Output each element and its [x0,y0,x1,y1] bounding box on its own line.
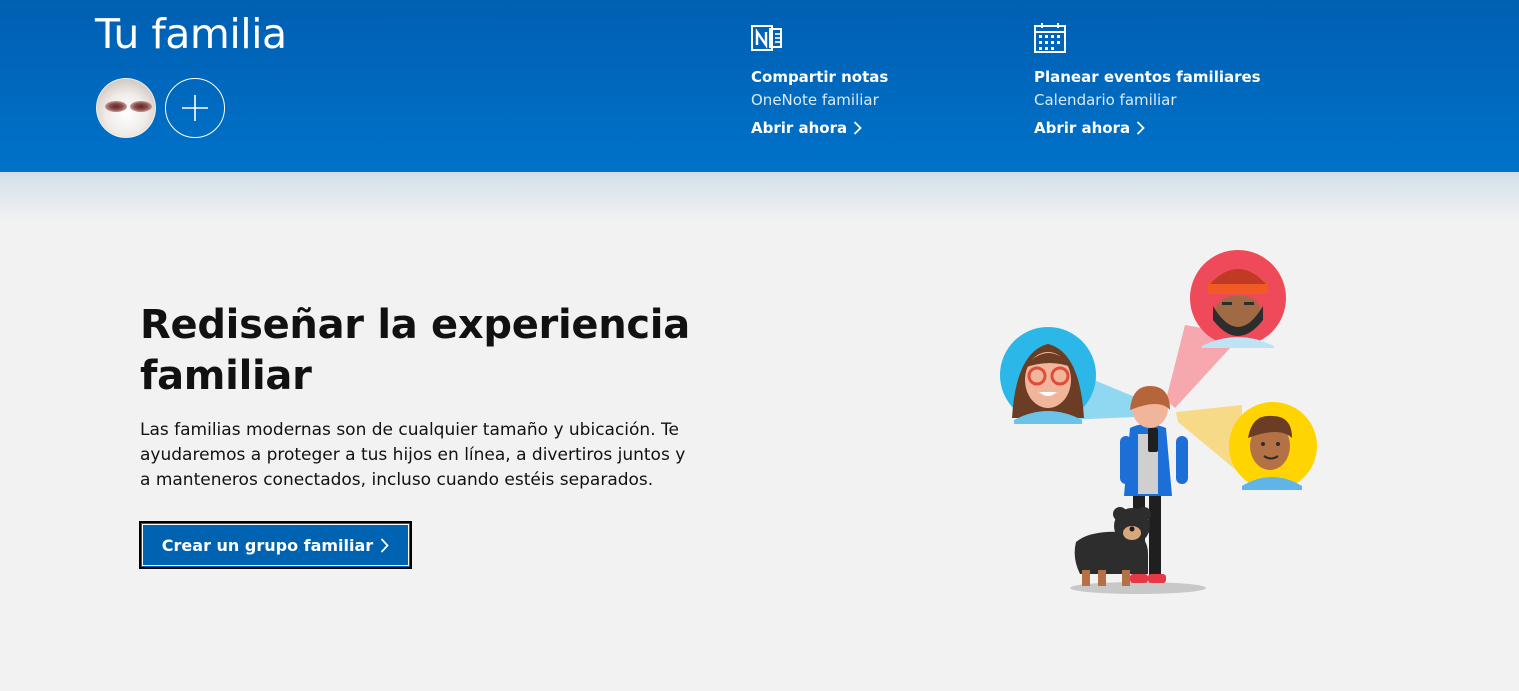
onenote-icon [751,25,782,51]
button-label: Crear un grupo familiar [161,535,374,555]
avatar-photo-detail [105,101,127,112]
plus-icon [182,95,208,121]
add-member-button[interactable] [165,78,225,138]
calendar-icon [1034,23,1066,53]
member-avatar[interactable] [96,78,156,138]
chevron-right-icon [381,537,389,553]
link-label: Abrir ahora [1034,119,1131,137]
chevron-right-icon [1137,121,1145,135]
card-title: Planear eventos familiares [1034,68,1261,86]
avatar-photo-detail [130,101,152,112]
create-family-group-button[interactable]: Crear un grupo familiar [139,521,412,569]
card-subtitle: Calendario familiar [1034,91,1177,109]
family-illustration [1000,250,1317,594]
onenote-card: Compartir notas OneNote familiar Abrir a… [751,22,888,137]
card-subtitle: OneNote familiar [751,91,879,109]
open-calendar-link[interactable]: Abrir ahora [1034,119,1145,137]
hero-title: Rediseñar la experiencia familiar [140,302,690,399]
family-header: Tu familia Compartir notas OneNote famil… [0,0,1519,172]
calendar-card: Planear eventos familiares Calendario fa… [1034,22,1261,137]
page-title: Tu familia [95,10,287,58]
link-label: Abrir ahora [751,119,848,137]
chevron-right-icon [854,121,862,135]
header-shadow [0,172,1519,222]
card-title: Compartir notas [751,68,889,86]
open-onenote-link[interactable]: Abrir ahora [751,119,862,137]
hero-description: Las familias modernas son de cualquier t… [140,420,686,490]
